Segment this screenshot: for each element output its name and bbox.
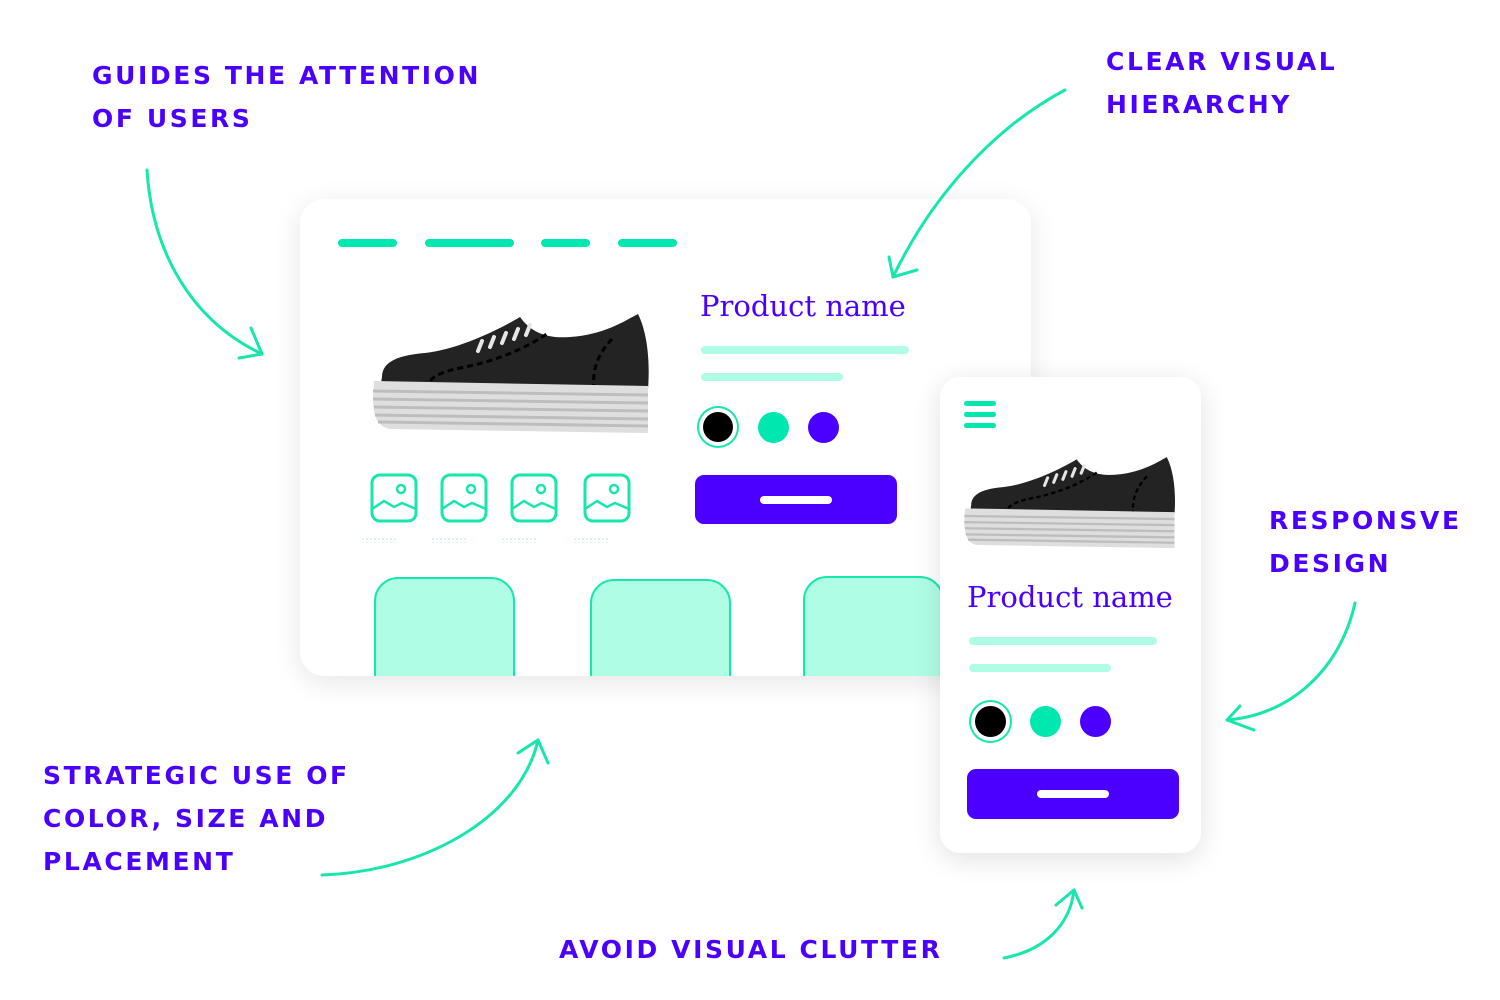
color-swatch-violet[interactable] [808,412,839,443]
color-swatch-black[interactable] [703,412,733,442]
annotation-line: Strategic use of [43,761,350,790]
add-to-cart-button[interactable] [695,475,897,524]
nav-item[interactable] [541,239,590,247]
thumbnail-caption [431,537,467,543]
thumbnail-image-icon[interactable] [583,473,631,523]
shoe-image [964,457,1176,549]
color-swatch-violet[interactable] [1080,706,1111,737]
product-name: Product name [700,289,906,323]
annotation-line: Responsve [1269,506,1462,535]
thumbnail-caption [501,537,537,543]
annotation-hierarchy: Clear visual hierarchy [1106,40,1337,126]
annotation-strategic: Strategic use of color, size and placeme… [43,754,350,883]
shoe-icon [964,457,1176,549]
description-line [969,664,1111,672]
annotation-line: Clear visual [1106,47,1338,76]
product-card[interactable] [803,576,944,676]
annotation-line: design [1269,549,1392,578]
nav-item[interactable] [425,239,514,247]
mobile-mockup: Product name [940,377,1201,853]
thumbnail-caption [573,537,609,543]
annotation-line: of users [92,104,253,133]
annotation-line: Guides the attention [92,61,482,90]
description-line [701,373,843,381]
arrow-attention-icon [145,168,264,360]
annotation-attention: Guides the attention of users [92,54,481,140]
shoe-image [372,314,649,433]
arrow-clutter-icon [1002,888,1084,960]
annotation-line: color, size and [43,804,329,833]
annotation-responsive: Responsve design [1269,499,1462,585]
button-label-placeholder [760,495,832,504]
color-swatch-mint[interactable] [1030,706,1061,737]
annotation-line: placement [43,847,236,876]
thumbnail-caption [361,537,397,543]
add-to-cart-button[interactable] [967,769,1179,819]
arrow-responsive-icon [1225,601,1357,732]
thumbnail-image-icon[interactable] [510,473,558,523]
annotation-line: hierarchy [1106,90,1292,119]
thumbnail-image-icon[interactable] [440,473,488,523]
nav-item[interactable] [618,239,677,247]
annotation-clutter: Avoid visual clutter [559,928,942,971]
color-swatch-black[interactable] [975,706,1006,737]
annotation-line: Avoid visual clutter [559,935,943,964]
hamburger-menu-icon[interactable] [940,377,1020,437]
desktop-mockup: Product name [300,199,1031,676]
description-line [969,637,1157,645]
shoe-icon [372,314,649,433]
thumbnail-image-icon[interactable] [370,473,418,523]
product-card[interactable] [374,577,515,676]
arrow-strategic-icon [320,738,550,877]
nav-item[interactable] [338,239,397,247]
product-name: Product name [967,580,1173,614]
color-swatch-mint[interactable] [758,412,789,443]
button-label-placeholder [1037,790,1109,798]
product-card[interactable] [590,579,731,676]
description-line [701,346,909,354]
